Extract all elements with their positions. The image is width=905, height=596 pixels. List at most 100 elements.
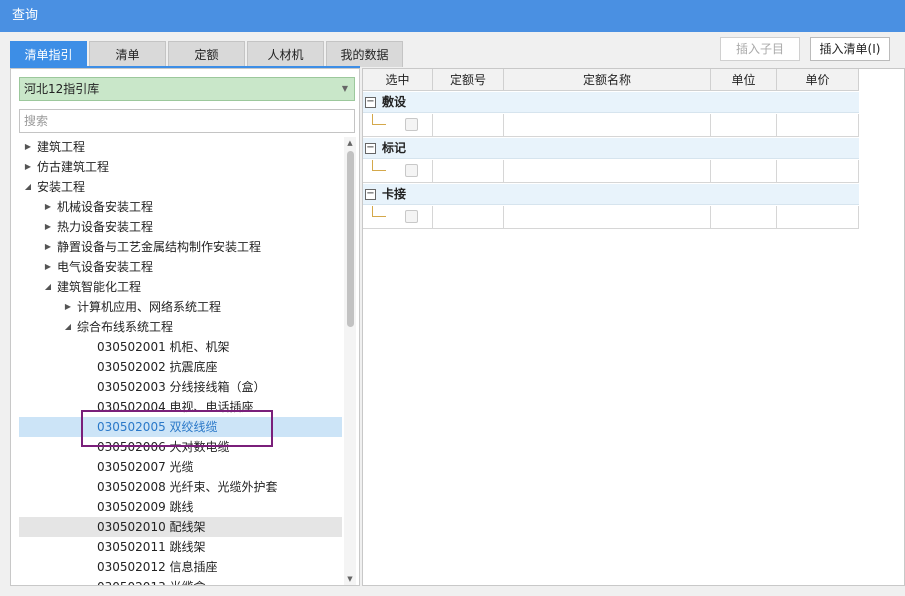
- tree-item-label: 建筑工程: [37, 140, 86, 154]
- tree-item[interactable]: 030502003 分线接线箱（盒）: [19, 377, 342, 397]
- insert-list-button[interactable]: 插入清单(I): [810, 37, 890, 61]
- grid-cell[interactable]: [777, 114, 859, 137]
- grid-group-label: 敷设: [382, 95, 407, 109]
- tree-connector-line: [372, 206, 386, 217]
- grid-cell[interactable]: [433, 160, 504, 183]
- grid-cell[interactable]: [777, 160, 859, 183]
- tree-item-label: 热力设备安装工程: [57, 220, 154, 234]
- tree-item-label: 030502009 跳线: [97, 500, 194, 514]
- grid-data-row[interactable]: [363, 206, 859, 229]
- tree-item[interactable]: 030502012 信息插座: [19, 557, 342, 577]
- grid-cell[interactable]: [777, 206, 859, 229]
- minus-box-icon[interactable]: −: [365, 143, 376, 154]
- library-select[interactable]: 河北12指引库 ▼: [19, 77, 355, 101]
- grid-cell[interactable]: [504, 160, 711, 183]
- tree-item[interactable]: ▶ 电气设备安装工程: [19, 257, 342, 277]
- search-input[interactable]: [19, 109, 355, 133]
- tree-item[interactable]: ▶ 静置设备与工艺金属结构制作安装工程: [19, 237, 342, 257]
- scroll-up-icon[interactable]: ▲: [344, 137, 356, 149]
- grid-cell[interactable]: [711, 206, 777, 229]
- scroll-thumb[interactable]: [347, 151, 354, 327]
- tab-strip: 清单指引 清单 定额 人材机 我的数据: [10, 41, 405, 67]
- triangle-down-icon[interactable]: ◢: [63, 317, 73, 337]
- triangle-right-icon[interactable]: ▶: [43, 237, 53, 257]
- minus-box-icon[interactable]: −: [365, 189, 376, 200]
- grid-group-row[interactable]: − 敷设: [363, 92, 859, 113]
- tree-scrollbar[interactable]: ▲ ▼: [344, 137, 356, 585]
- triangle-right-icon[interactable]: ▶: [43, 197, 53, 217]
- grid-cell[interactable]: [363, 114, 433, 137]
- tree-item[interactable]: 030502008 光纤束、光缆外护套: [19, 477, 342, 497]
- tree-item[interactable]: 030502002 抗震底座: [19, 357, 342, 377]
- tree-item[interactable]: ▶ 热力设备安装工程: [19, 217, 342, 237]
- triangle-right-icon[interactable]: ▶: [43, 257, 53, 277]
- grid-data-row[interactable]: [363, 160, 859, 183]
- tree-item[interactable]: ▶ 机械设备安装工程: [19, 197, 342, 217]
- tree-item[interactable]: 030502001 机柜、机架: [19, 337, 342, 357]
- tree-item-label: 030502012 信息插座: [97, 560, 218, 574]
- annotation-highlight-box: [81, 410, 273, 447]
- tree-item-label: 030502002 抗震底座: [97, 360, 218, 374]
- tree-item-label: 030502008 光纤束、光缆外护套: [97, 480, 278, 494]
- tree-item-label: 030502010 配线架: [97, 520, 206, 534]
- tree-item-label: 综合布线系统工程: [77, 320, 174, 334]
- tree-item[interactable]: 030502011 跳线架: [19, 537, 342, 557]
- tab-labor-material-machine[interactable]: 人材机: [247, 41, 324, 67]
- tree-item-label: 030502003 分线接线箱（盒）: [97, 380, 266, 394]
- grid-cell[interactable]: [711, 114, 777, 137]
- minus-box-icon[interactable]: −: [365, 97, 376, 108]
- tree-item[interactable]: 030502013 光缆盒: [19, 577, 342, 585]
- column-header-select[interactable]: 选中: [363, 69, 433, 91]
- select-checkbox[interactable]: [405, 164, 418, 177]
- grid-cell[interactable]: [363, 160, 433, 183]
- tree-connector-line: [372, 114, 386, 125]
- grid-cell[interactable]: [711, 160, 777, 183]
- triangle-right-icon[interactable]: ▶: [23, 157, 33, 177]
- scroll-down-icon[interactable]: ▼: [344, 573, 356, 585]
- grid-cell[interactable]: [363, 206, 433, 229]
- grid-group-row[interactable]: − 卡接: [363, 184, 859, 205]
- grid-data-row[interactable]: [363, 114, 859, 137]
- triangle-right-icon[interactable]: ▶: [43, 217, 53, 237]
- library-select-value: 河北12指引库: [24, 82, 100, 96]
- tree-item[interactable]: 030502010 配线架: [19, 517, 342, 537]
- tree-item[interactable]: ◢ 建筑智能化工程: [19, 277, 342, 297]
- quota-grid-panel: 选中 定额号 定额名称 单位 单价 − 敷设 − 标记 − 卡接: [362, 68, 905, 586]
- tab-list[interactable]: 清单: [89, 41, 166, 67]
- column-header-unit[interactable]: 单位: [711, 69, 777, 91]
- grid-cell[interactable]: [504, 114, 711, 137]
- triangle-down-icon[interactable]: ◢: [43, 277, 53, 297]
- tree-item-label: 安装工程: [37, 180, 86, 194]
- tree-connector-line: [372, 160, 386, 171]
- grid-group-label: 标记: [382, 141, 407, 155]
- grid-cell[interactable]: [433, 206, 504, 229]
- tree-item[interactable]: 030502009 跳线: [19, 497, 342, 517]
- grid-group-row[interactable]: − 标记: [363, 138, 859, 159]
- insert-child-button[interactable]: 插入子目: [720, 37, 800, 61]
- triangle-down-icon[interactable]: ◢: [23, 177, 33, 197]
- tree-item[interactable]: ▶ 建筑工程: [19, 137, 342, 157]
- grid-cell[interactable]: [504, 206, 711, 229]
- tree-item[interactable]: ▶ 计算机应用、网络系统工程: [19, 297, 342, 317]
- tab-list-guide[interactable]: 清单指引: [10, 41, 87, 67]
- select-checkbox[interactable]: [405, 118, 418, 131]
- guide-tree: ▶ 建筑工程 ▶ 仿古建筑工程 ◢ 安装工程 ▶ 机械设备安装工程 ▶ 热力设备安装工程 ▶ 静置设备…: [19, 137, 342, 585]
- tree-item[interactable]: ▶ 仿古建筑工程: [19, 157, 342, 177]
- column-header-unit-price[interactable]: 单价: [777, 69, 859, 91]
- window-title: 查询: [0, 0, 905, 32]
- tree-item-label: 电气设备安装工程: [57, 260, 154, 274]
- triangle-right-icon[interactable]: ▶: [63, 297, 73, 317]
- select-checkbox[interactable]: [405, 210, 418, 223]
- guide-panel: 河北12指引库 ▼ ▶ 建筑工程 ▶ 仿古建筑工程 ◢ 安装工程 ▶ 机械设备安装工程 ▶ 热力设…: [10, 68, 360, 586]
- column-header-quota-name[interactable]: 定额名称: [504, 69, 711, 91]
- tree-item[interactable]: ◢ 安装工程: [19, 177, 342, 197]
- tab-quota[interactable]: 定额: [168, 41, 245, 67]
- tree-item-label: 计算机应用、网络系统工程: [77, 300, 222, 314]
- tree-item[interactable]: ◢ 综合布线系统工程: [19, 317, 342, 337]
- triangle-right-icon[interactable]: ▶: [23, 137, 33, 157]
- tab-my-data[interactable]: 我的数据: [326, 41, 403, 67]
- grid-cell[interactable]: [433, 114, 504, 137]
- column-header-quota-no[interactable]: 定额号: [433, 69, 504, 91]
- grid-group-label: 卡接: [382, 187, 407, 201]
- tree-item[interactable]: 030502007 光缆: [19, 457, 342, 477]
